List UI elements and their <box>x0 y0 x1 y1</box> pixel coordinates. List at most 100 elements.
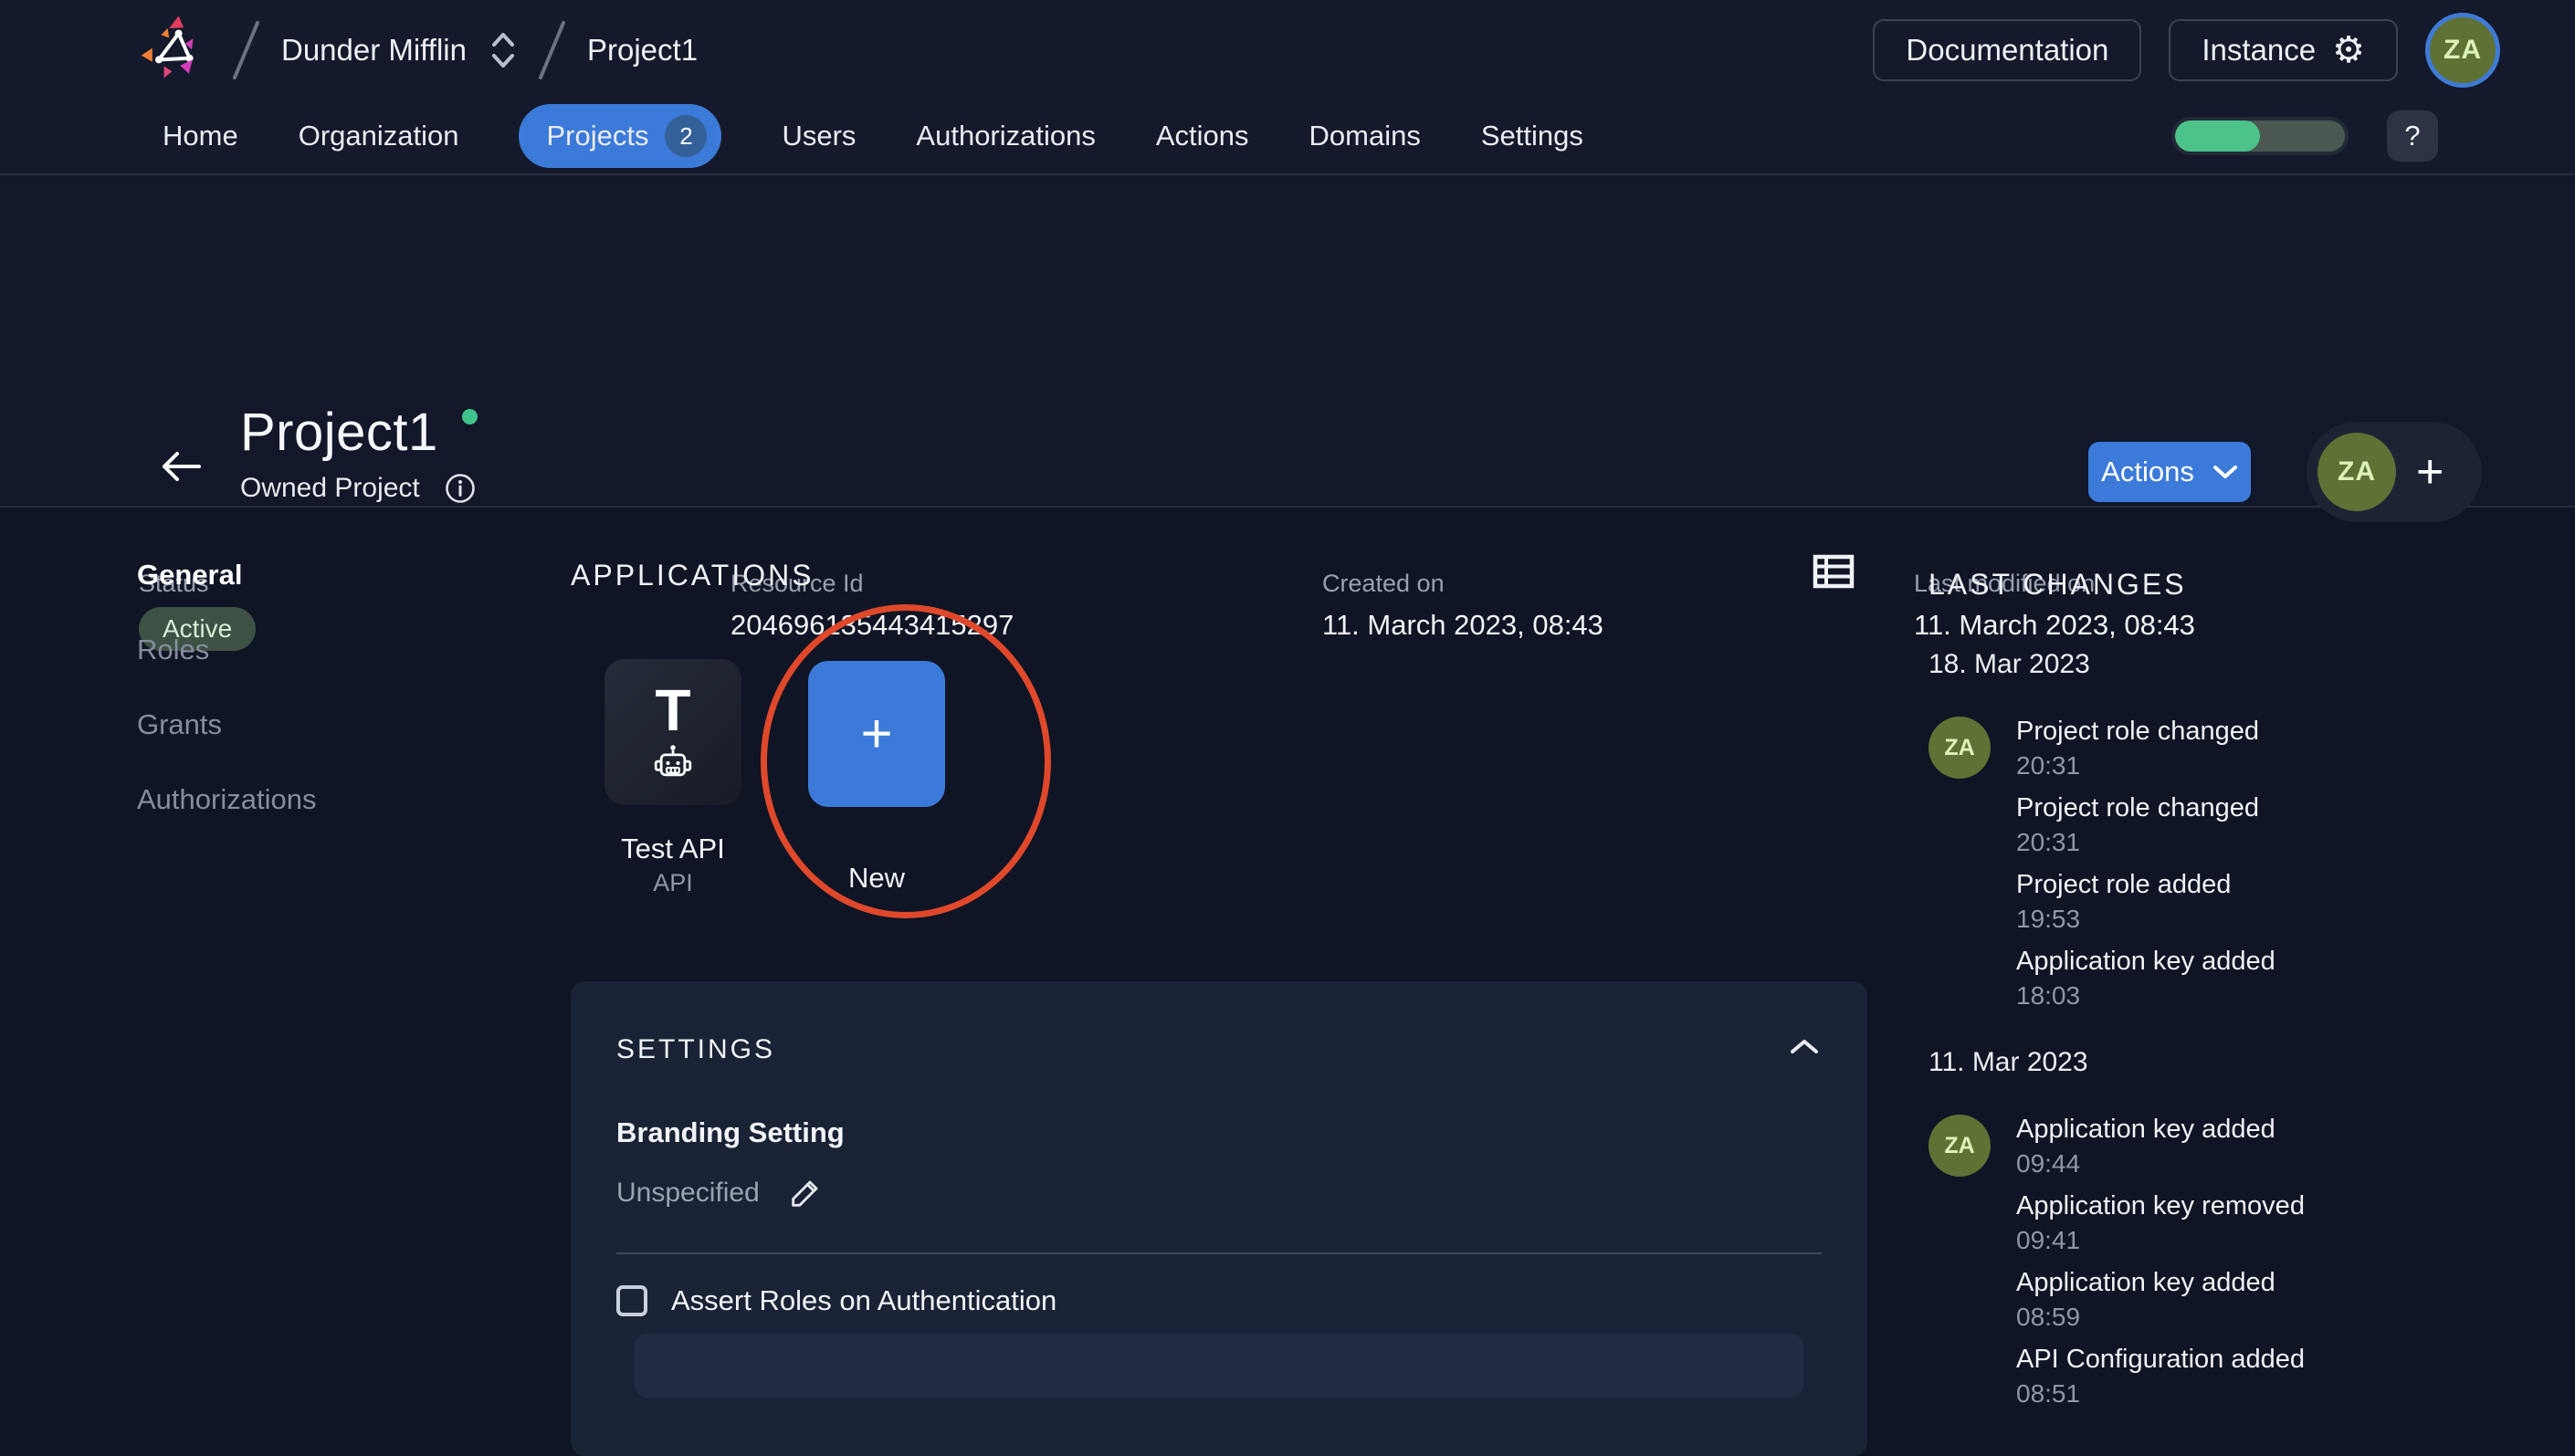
documentation-button[interactable]: Documentation <box>1873 19 2142 81</box>
change-event[interactable]: Project role added 19:53 <box>2016 870 2275 934</box>
sidebar-item-general[interactable]: General <box>137 559 316 592</box>
app-initial: T <box>655 677 691 743</box>
project-title-block: Project1 Owned Project <box>240 402 478 505</box>
change-event-time: 19:53 <box>2016 905 2081 933</box>
change-event-text: Project role changed <box>2016 793 2259 822</box>
created-on-value: 11. March 2023, 08:43 <box>1322 609 1603 641</box>
sidebar-item-authorizations[interactable]: Authorizations <box>137 783 316 816</box>
assert-roles-checkbox[interactable] <box>616 1285 647 1316</box>
quota-progress-bar <box>2175 120 2345 152</box>
org-switcher-unfold-icon[interactable] <box>490 29 516 71</box>
change-avatar: ZA <box>1929 717 1991 779</box>
page-title: Project1 <box>240 403 438 462</box>
nav-item-authorizations[interactable]: Authorizations <box>916 120 1095 152</box>
back-arrow-icon[interactable] <box>157 449 203 484</box>
project-members-pill[interactable]: ZA + <box>2307 422 2482 522</box>
change-event[interactable]: Project role changed 20:31 <box>2016 717 2275 780</box>
help-button[interactable]: ? <box>2387 110 2438 162</box>
change-avatar: ZA <box>1929 1115 1991 1177</box>
branding-setting-label: Branding Setting <box>616 1116 845 1148</box>
main-nav: Home Organization Projects 2 Users Autho… <box>0 100 2575 172</box>
actions-dropdown-button[interactable]: Actions <box>2088 442 2251 502</box>
nav-item-settings[interactable]: Settings <box>1481 120 1583 152</box>
project-header: Project1 Owned Project Actions ZA + Stat… <box>0 175 2575 651</box>
created-on-label: Created on <box>1322 570 1445 597</box>
change-event-time: 09:41 <box>2016 1226 2081 1254</box>
last-changes-panel: LAST CHANGES 18. Mar 2023 ZA Project rol… <box>1929 568 2458 1440</box>
change-event[interactable]: Project role changed 20:31 <box>2016 793 2275 857</box>
breadcrumb: Dunder Mifflin Project1 Documentation In… <box>0 0 2575 100</box>
gear-icon: ⚙ <box>2332 30 2365 70</box>
new-app-button[interactable]: + <box>808 661 945 807</box>
user-avatar[interactable]: ZA <box>2425 13 2500 88</box>
app-card-test-api[interactable]: T <box>604 659 741 805</box>
edit-pencil-icon[interactable] <box>787 1175 824 1211</box>
nav-item-domains[interactable]: Domains <box>1309 120 1421 152</box>
change-event-time: 18:03 <box>2016 981 2081 1010</box>
instance-button[interactable]: Instance ⚙ <box>2169 19 2398 81</box>
plus-icon: + <box>860 703 893 764</box>
change-event-text: Project role added <box>2016 870 2232 899</box>
change-event-time: 09:44 <box>2016 1149 2081 1178</box>
nav-item-users[interactable]: Users <box>782 120 856 152</box>
change-event-time: 08:59 <box>2016 1303 2081 1331</box>
breadcrumb-slash-icon <box>230 17 261 83</box>
table-view-icon[interactable] <box>1813 553 1855 590</box>
change-group-date: 11. Mar 2023 <box>1929 1047 2088 1077</box>
chevron-up-icon[interactable] <box>1789 1038 1820 1056</box>
nav-item-actions[interactable]: Actions <box>1156 120 1249 152</box>
settings-card: SETTINGS Branding Setting Unspecified As… <box>571 981 1867 1456</box>
change-event-time: 20:31 <box>2016 828 2081 856</box>
project-subtitle: Owned Project <box>240 473 420 503</box>
quota-progress-fill <box>2175 120 2260 152</box>
zitadel-logo-icon[interactable] <box>137 14 210 87</box>
nav-item-projects[interactable]: Projects 2 <box>519 104 722 168</box>
projects-count-badge: 2 <box>665 115 708 157</box>
breadcrumb-org[interactable]: Dunder Mifflin <box>281 33 467 68</box>
nav-item-projects-label: Projects <box>546 120 649 152</box>
change-event-text: Application key added <box>2016 947 2275 976</box>
assert-roles-label: Assert Roles on Authentication <box>671 1284 1057 1316</box>
change-event-time: 08:51 <box>2016 1379 2081 1408</box>
resource-id-value: 204696135443415297 <box>730 609 1014 641</box>
nav-right-cluster: ? <box>2175 110 2438 162</box>
change-event-text: Application key added <box>2016 1268 2275 1297</box>
change-event-text: Project role changed <box>2016 717 2259 746</box>
topbar-actions: Documentation Instance ⚙ ZA <box>1873 13 2500 88</box>
branding-setting-value: Unspecified <box>616 1178 760 1208</box>
top-bar: Dunder Mifflin Project1 Documentation In… <box>0 0 2575 175</box>
documentation-button-label: Documentation <box>1906 33 2109 67</box>
nav-item-home[interactable]: Home <box>163 120 238 152</box>
info-icon[interactable] <box>444 472 477 505</box>
member-avatar[interactable]: ZA <box>2318 433 2396 511</box>
settings-section-title: SETTINGS <box>616 1034 776 1064</box>
nav-item-organization[interactable]: Organization <box>299 120 459 152</box>
add-member-plus-icon[interactable]: + <box>2416 448 2444 496</box>
sidebar-item-grants[interactable]: Grants <box>137 708 316 741</box>
breadcrumb-project[interactable]: Project1 <box>587 33 698 68</box>
sidebar-item-roles[interactable]: Roles <box>137 634 316 666</box>
chevron-down-icon <box>2212 465 2237 478</box>
project-active-dot <box>462 409 478 424</box>
robot-icon <box>653 743 693 783</box>
change-event[interactable]: Application key added 18:03 <box>2016 947 2275 1011</box>
assert-roles-row[interactable]: Assert Roles on Authentication <box>616 1284 1056 1317</box>
change-event-time: 20:31 <box>2016 751 2081 780</box>
change-event[interactable]: Application key removed 09:41 <box>2016 1191 2305 1255</box>
app-name-label: Test API <box>621 833 725 864</box>
instance-button-label: Instance <box>2202 33 2317 67</box>
section-sidebar: General Roles Grants Authorizations <box>137 559 316 816</box>
change-event-text: Application key added <box>2016 1115 2275 1144</box>
actions-dropdown-label: Actions <box>2101 456 2194 487</box>
change-event[interactable]: Application key added 08:59 <box>2016 1268 2305 1332</box>
change-event[interactable]: Application key added 09:44 <box>2016 1115 2305 1178</box>
meta-created: Created on 11. March 2023, 08:43 <box>1322 570 1603 642</box>
change-event-text: Application key removed <box>2016 1191 2305 1220</box>
change-event-text: API Configuration added <box>2016 1345 2305 1374</box>
app-type-label: API <box>653 869 693 896</box>
new-app-label: New <box>847 862 905 894</box>
change-group-date: 18. Mar 2023 <box>1929 649 2090 679</box>
change-event[interactable]: API Configuration added 08:51 <box>2016 1345 2305 1409</box>
last-changes-title: LAST CHANGES <box>1929 568 2187 601</box>
breadcrumb-slash-icon <box>536 17 567 83</box>
